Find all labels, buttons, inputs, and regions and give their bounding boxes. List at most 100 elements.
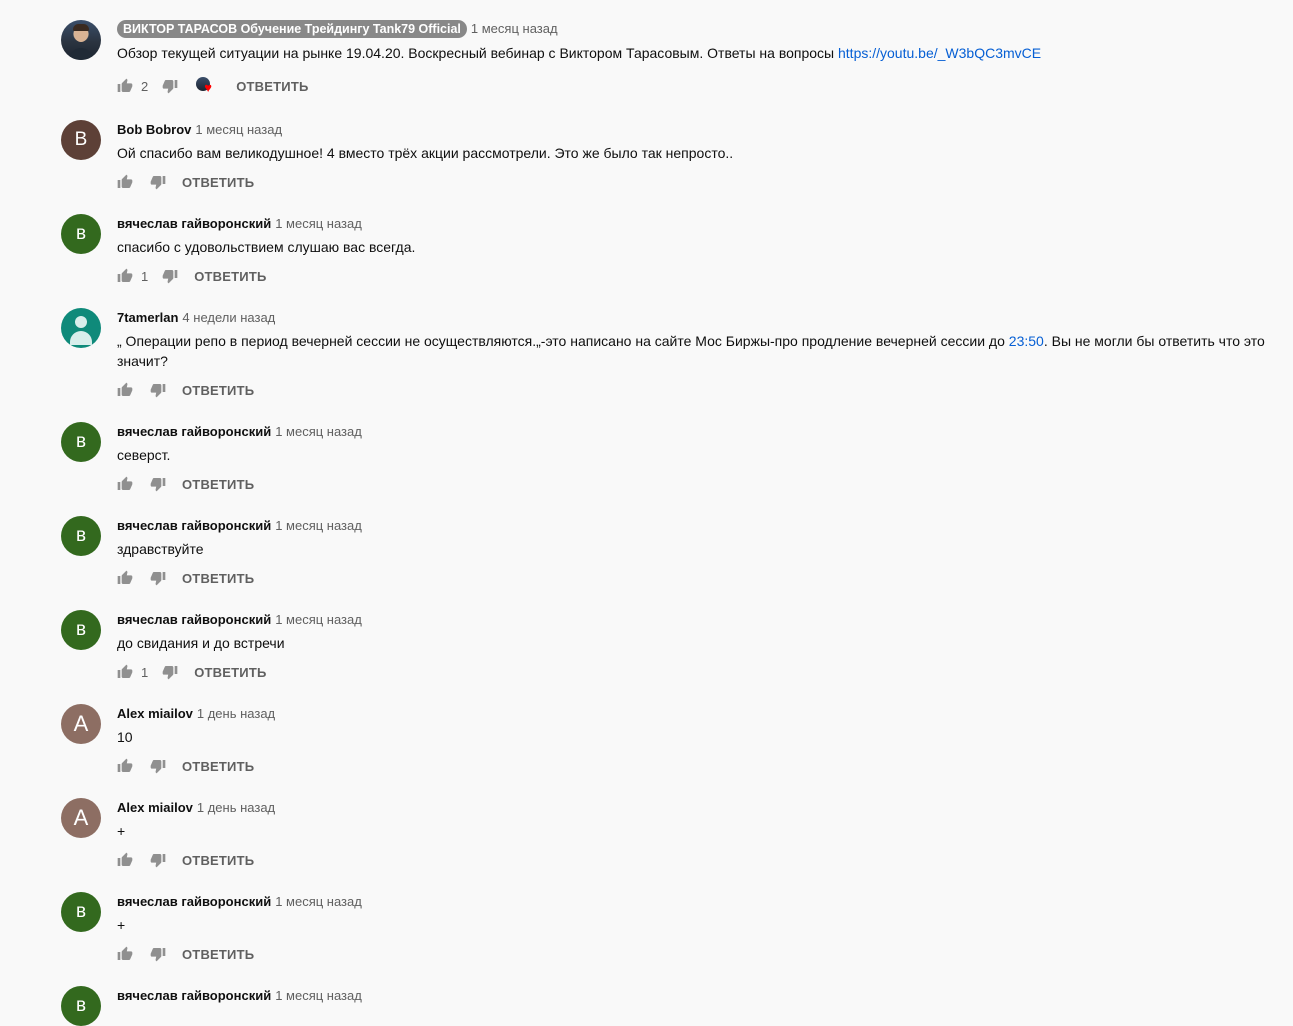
comment-actions: 1 ОТВЕТИТЬ — [117, 662, 267, 682]
comment-actions: 2 ♥ ОТВЕТИТЬ — [117, 76, 309, 96]
author-name[interactable]: вячеслав гайворонский — [117, 518, 271, 533]
reply-button[interactable]: ОТВЕТИТЬ — [182, 571, 254, 586]
comment-time[interactable]: 4 недели назад — [182, 310, 275, 325]
thumb-down-icon[interactable] — [150, 476, 166, 492]
author-avatar[interactable]: в — [61, 986, 101, 1026]
thumb-down-icon[interactable] — [150, 852, 166, 868]
comment-text: спасибо с удовольствием слушаю вас всегд… — [117, 239, 416, 255]
comment-header: вячеслав гайворонский 1 месяц назад — [117, 987, 362, 1005]
comment-text: Обзор текущей ситуации на рынке 19.04.20… — [117, 45, 1042, 61]
author-avatar[interactable]: в — [61, 214, 101, 254]
author-avatar[interactable]: в — [61, 610, 101, 650]
author-avatar[interactable]: в — [61, 516, 101, 556]
reply-button[interactable]: ОТВЕТИТЬ — [194, 665, 266, 680]
comment-time[interactable]: 1 месяц назад — [275, 216, 362, 231]
thumb-down-icon[interactable] — [150, 570, 166, 586]
comment-header: Bob Bobrov 1 месяц назад — [117, 121, 282, 139]
thumb-up-icon[interactable] — [117, 664, 133, 680]
comment-actions: 1 ОТВЕТИТЬ — [117, 266, 267, 286]
comment-actions: ОТВЕТИТЬ — [117, 380, 254, 400]
comment-text: + — [117, 823, 126, 839]
thumb-down-icon[interactable] — [150, 174, 166, 190]
author-name-badge[interactable]: ВИКТОР ТАРАСОВ Обучение Трейдингу Tank79… — [117, 20, 467, 38]
thumb-up-icon[interactable] — [117, 852, 133, 868]
comment-time[interactable]: 1 месяц назад — [471, 21, 558, 36]
thumb-down-icon[interactable] — [162, 268, 178, 284]
author-name[interactable]: вячеслав гайворонский — [117, 424, 271, 439]
comment-header: Alex miailov 1 день назад — [117, 705, 275, 723]
thumb-down-icon[interactable] — [162, 78, 178, 94]
thumb-up-icon[interactable] — [117, 78, 133, 94]
reply-button[interactable]: ОТВЕТИТЬ — [182, 853, 254, 868]
reply-button[interactable]: ОТВЕТИТЬ — [236, 79, 308, 94]
comment-text: северст. — [117, 447, 171, 463]
thumb-down-icon[interactable] — [150, 382, 166, 398]
comment-header: вячеслав гайворонский 1 месяц назад — [117, 611, 362, 629]
reply-button[interactable]: ОТВЕТИТЬ — [182, 759, 254, 774]
thumb-up-icon[interactable] — [117, 570, 133, 586]
comment-actions: ОТВЕТИТЬ — [117, 474, 254, 494]
comment-header: ВИКТОР ТАРАСОВ Обучение Трейдингу Tank79… — [117, 20, 558, 38]
comment-text: 10 — [117, 729, 133, 745]
comment-text: „ Операции репо в период вечерней сессии… — [117, 333, 1265, 369]
author-avatar[interactable]: A — [61, 704, 101, 744]
author-name[interactable]: Alex miailov — [117, 706, 193, 721]
comment-header: вячеслав гайворонский 1 месяц назад — [117, 893, 362, 911]
comment-actions: ОТВЕТИТЬ — [117, 568, 254, 588]
reply-button[interactable]: ОТВЕТИТЬ — [182, 175, 254, 190]
reply-button[interactable]: ОТВЕТИТЬ — [182, 947, 254, 962]
comment-time[interactable]: 1 месяц назад — [195, 122, 282, 137]
comment-link[interactable]: https://youtu.be/_W3bQC3mvCE — [838, 45, 1041, 61]
thumb-up-icon[interactable] — [117, 174, 133, 190]
comment-time[interactable]: 1 день назад — [197, 706, 275, 721]
timestamp-link[interactable]: 23:50 — [1009, 333, 1044, 349]
author-name[interactable]: Bob Bobrov — [117, 122, 191, 137]
comment-time[interactable]: 1 месяц назад — [275, 988, 362, 1003]
comment-actions: ОТВЕТИТЬ — [117, 850, 254, 870]
comment-header: 7tamerlan 4 недели назад — [117, 309, 275, 327]
author-name[interactable]: вячеслав гайворонский — [117, 612, 271, 627]
comment-actions: ОТВЕТИТЬ — [117, 172, 254, 192]
like-count: 2 — [141, 78, 149, 94]
author-name[interactable]: вячеслав гайворонский — [117, 894, 271, 909]
author-avatar[interactable] — [61, 20, 101, 60]
comment-header: вячеслав гайворонский 1 месяц назад — [117, 517, 362, 535]
thumb-up-icon[interactable] — [117, 946, 133, 962]
creator-heart-icon: ♥ — [196, 77, 218, 95]
comment-time[interactable]: 1 месяц назад — [275, 424, 362, 439]
thumb-up-icon[interactable] — [117, 382, 133, 398]
author-avatar[interactable]: A — [61, 798, 101, 838]
reply-button[interactable]: ОТВЕТИТЬ — [182, 383, 254, 398]
like-count: 1 — [141, 268, 149, 284]
author-name[interactable]: Alex miailov — [117, 800, 193, 815]
thumb-down-icon[interactable] — [150, 946, 166, 962]
comment-header: Alex miailov 1 день назад — [117, 799, 275, 817]
thumb-down-icon[interactable] — [150, 758, 166, 774]
comment-text: + — [117, 917, 126, 933]
author-avatar[interactable]: B — [61, 120, 101, 160]
like-count: 1 — [141, 664, 149, 680]
author-avatar[interactable]: в — [61, 892, 101, 932]
author-name[interactable]: 7tamerlan — [117, 310, 178, 325]
comment-text: здравствуйте — [117, 541, 204, 557]
comment-time[interactable]: 1 месяц назад — [275, 894, 362, 909]
author-name[interactable]: вячеслав гайворонский — [117, 988, 271, 1003]
comment-actions: ОТВЕТИТЬ — [117, 944, 254, 964]
comment-time[interactable]: 1 месяц назад — [275, 518, 362, 533]
reply-button[interactable]: ОТВЕТИТЬ — [182, 477, 254, 492]
thumb-down-icon[interactable] — [162, 664, 178, 680]
comment-time[interactable]: 1 месяц назад — [275, 612, 362, 627]
comment-text: Ой спасибо вам великодушное! 4 вместо тр… — [117, 145, 734, 161]
author-name[interactable]: вячеслав гайворонский — [117, 216, 271, 231]
comment-header: вячеслав гайворонский 1 месяц назад — [117, 215, 362, 233]
thumb-up-icon[interactable] — [117, 268, 133, 284]
comment-text: до свидания и до встречи — [117, 635, 285, 651]
thumb-up-icon[interactable] — [117, 758, 133, 774]
thumb-up-icon[interactable] — [117, 476, 133, 492]
reply-button[interactable]: ОТВЕТИТЬ — [194, 269, 266, 284]
comment-header: вячеслав гайворонский 1 месяц назад — [117, 423, 362, 441]
comment-time[interactable]: 1 день назад — [197, 800, 275, 815]
author-avatar[interactable] — [61, 308, 101, 348]
author-avatar[interactable]: в — [61, 422, 101, 462]
comment-actions: ОТВЕТИТЬ — [117, 756, 254, 776]
